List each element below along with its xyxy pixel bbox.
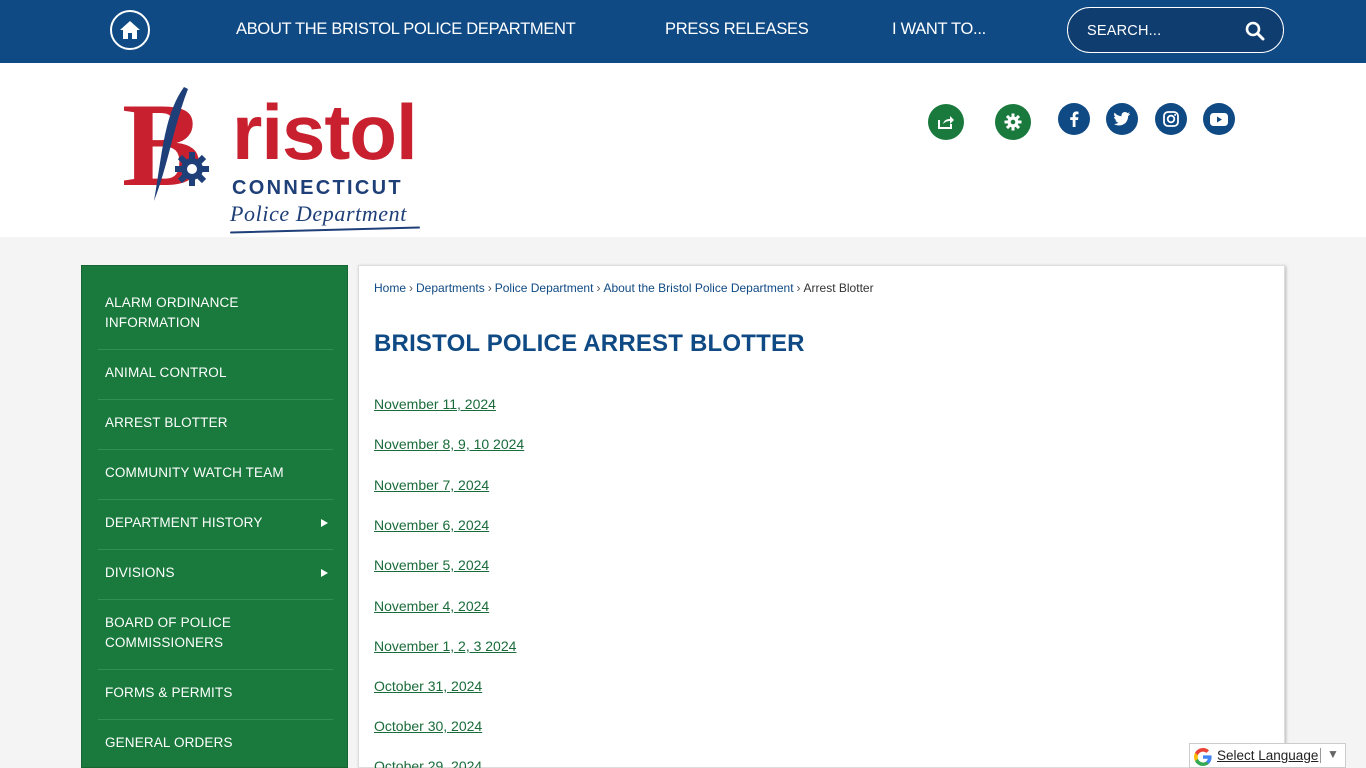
blotter-link[interactable]: November 5, 2024 — [374, 557, 489, 573]
blotter-link[interactable]: October 29, 2024 — [374, 758, 482, 768]
youtube-icon — [1210, 112, 1228, 126]
blotter-link[interactable]: November 6, 2024 — [374, 517, 489, 533]
sidebar-item-label: ARREST BLOTTER — [105, 415, 228, 430]
sidebar-menu: ALARM ORDINANCE INFORMATION ANIMAL CONTR… — [81, 265, 348, 768]
breadcrumb-police-department[interactable]: Police Department — [495, 281, 594, 295]
sidebar-item-community-watch[interactable]: COMMUNITY WATCH TEAM — [98, 450, 333, 500]
home-button[interactable] — [110, 10, 150, 50]
blotter-link[interactable]: October 31, 2024 — [374, 678, 482, 694]
sidebar-item-label: ALARM ORDINANCE INFORMATION — [105, 295, 239, 330]
sidebar-item-forms-permits[interactable]: FORMS & PERMITS — [98, 670, 333, 720]
language-dropdown-arrow-icon[interactable]: ▼ — [1327, 747, 1339, 761]
blotter-link[interactable]: November 7, 2024 — [374, 477, 489, 493]
search-box — [1067, 7, 1284, 53]
sidebar-item-alarm-ordinance[interactable]: ALARM ORDINANCE INFORMATION — [98, 266, 333, 350]
page-title: BRISTOL POLICE ARREST BLOTTER — [374, 330, 805, 357]
facebook-icon — [1070, 111, 1079, 127]
google-icon — [1194, 748, 1212, 766]
sidebar-item-label: GENERAL ORDERS — [105, 735, 233, 750]
blotter-link[interactable]: October 30, 2024 — [374, 718, 482, 734]
logo-state: CONNECTICUT — [232, 177, 403, 199]
share-icon — [938, 116, 954, 129]
sidebar-item-label: FORMS & PERMITS — [105, 685, 233, 700]
sidebar-item-label: DIVISIONS — [105, 565, 175, 580]
breadcrumb-about[interactable]: About the Bristol Police Department — [603, 281, 793, 295]
twitter-button[interactable] — [1106, 103, 1138, 135]
sidebar-item-label: ANIMAL CONTROL — [105, 365, 227, 380]
blotter-link[interactable]: November 4, 2024 — [374, 598, 489, 614]
submenu-arrow-icon[interactable] — [321, 568, 328, 577]
gear-icon — [1004, 113, 1022, 131]
instagram-icon — [1163, 111, 1179, 127]
breadcrumb-separator: › — [409, 281, 414, 295]
search-input[interactable] — [1087, 20, 1237, 42]
select-language-link[interactable]: Select Language — [1217, 748, 1318, 763]
sidebar-item-board-of-commissioners[interactable]: BOARD OF POLICE COMMISSIONERS — [98, 600, 333, 670]
bristol-logo[interactable]: B ristol CONNECTICUT Police Department — [120, 83, 430, 235]
share-button[interactable] — [928, 104, 964, 140]
blotter-link[interactable]: November 1, 2, 3 2024 — [374, 638, 516, 654]
breadcrumb-home[interactable]: Home — [374, 281, 406, 295]
sidebar-item-label: BOARD OF POLICE COMMISSIONERS — [105, 615, 232, 650]
facebook-button[interactable] — [1058, 103, 1090, 135]
home-icon — [120, 21, 140, 39]
sidebar-item-label: DEPARTMENT HISTORY — [105, 515, 263, 530]
sidebar-item-label: COMMUNITY WATCH TEAM — [105, 465, 284, 480]
main-content: Home › Departments › Police Department › About… — [358, 265, 1285, 768]
search-icon[interactable] — [1245, 21, 1265, 41]
blotter-link[interactable]: November 8, 9, 10 2024 — [374, 436, 524, 452]
site-header: B ristol CONNECTICUT Police Department — [0, 63, 1366, 237]
breadcrumb-separator: › — [487, 281, 492, 295]
breadcrumb-separator: › — [596, 281, 601, 295]
submenu-arrow-icon[interactable] — [321, 518, 328, 527]
logo-department: Police Department — [230, 201, 407, 226]
settings-button[interactable] — [995, 104, 1031, 140]
blotter-link[interactable]: November 11, 2024 — [374, 396, 496, 412]
sidebar-item-animal-control[interactable]: ANIMAL CONTROL — [98, 350, 333, 400]
language-separator — [1320, 748, 1321, 763]
sidebar-item-divisions[interactable]: DIVISIONS — [98, 550, 333, 600]
nav-press-releases[interactable]: PRESS RELEASES — [665, 20, 809, 39]
nav-i-want-to[interactable]: I WANT TO... — [892, 20, 986, 39]
twitter-icon — [1114, 112, 1130, 126]
logo-wordmark: ristol — [232, 88, 418, 176]
youtube-button[interactable] — [1203, 103, 1235, 135]
breadcrumb-separator: › — [796, 281, 801, 295]
language-selector[interactable]: Select Language ▼ — [1189, 743, 1346, 768]
logo-underline — [230, 226, 420, 234]
sidebar-item-arrest-blotter[interactable]: ARREST BLOTTER — [98, 400, 333, 450]
breadcrumb-current: Arrest Blotter — [803, 281, 874, 295]
top-navigation: ABOUT THE BRISTOL POLICE DEPARTMENT PRES… — [0, 0, 1366, 63]
breadcrumb: Home › Departments › Police Department › About… — [374, 281, 874, 295]
sidebar-item-general-orders[interactable]: GENERAL ORDERS — [98, 720, 333, 768]
breadcrumb-departments[interactable]: Departments — [416, 281, 485, 295]
logo-gear-icon — [175, 152, 209, 186]
sidebar-item-department-history[interactable]: DEPARTMENT HISTORY — [98, 500, 333, 550]
nav-about[interactable]: ABOUT THE BRISTOL POLICE DEPARTMENT — [236, 20, 576, 39]
instagram-button[interactable] — [1155, 103, 1187, 135]
